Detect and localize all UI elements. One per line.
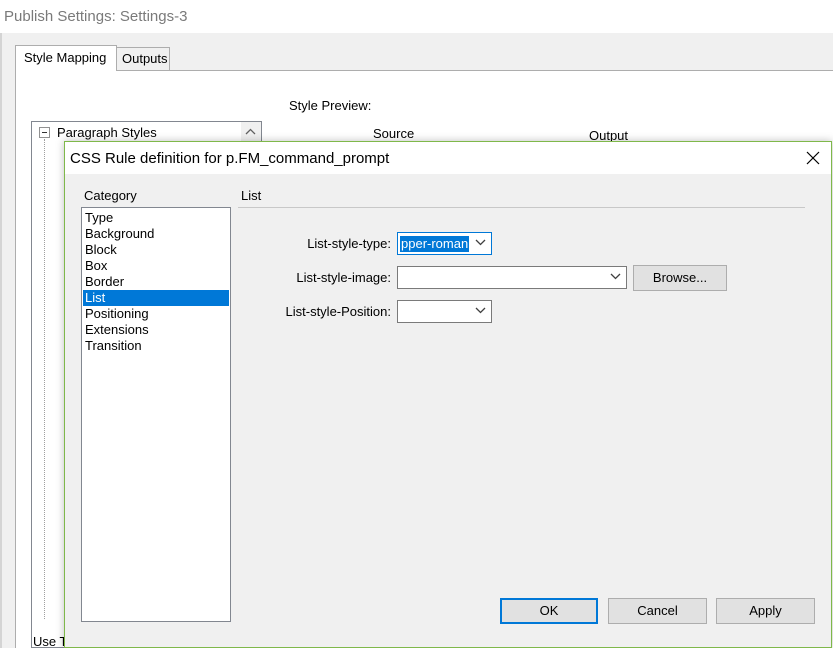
dialog-title: CSS Rule definition for p.FM_command_pro… <box>70 150 390 167</box>
close-icon <box>806 151 820 165</box>
style-preview-label: Style Preview: <box>289 98 372 113</box>
category-item-background[interactable]: Background <box>83 226 229 242</box>
tab-outputs[interactable]: Outputs <box>116 47 170 70</box>
list-style-type-value: pper-roman <box>400 236 470 252</box>
ok-button[interactable]: OK <box>500 598 598 624</box>
category-item-extensions[interactable]: Extensions <box>83 322 229 338</box>
category-item-transition[interactable]: Transition <box>83 338 229 354</box>
cancel-button[interactable]: Cancel <box>608 598 707 624</box>
section-title: List <box>241 188 262 203</box>
tree-item-paragraph-styles[interactable]: Paragraph Styles <box>57 125 157 140</box>
list-style-image-select[interactable] <box>397 266 627 289</box>
category-item-box[interactable]: Box <box>83 258 229 274</box>
preview-column-source: Source <box>373 126 415 141</box>
apply-button[interactable]: Apply <box>716 598 815 624</box>
window-edge <box>0 33 2 648</box>
chevron-down-icon <box>475 307 486 314</box>
category-item-positioning[interactable]: Positioning <box>83 306 229 322</box>
list-style-position-select[interactable] <box>397 300 492 323</box>
category-item-list[interactable]: List <box>83 290 229 306</box>
list-style-position-label: List-style-Position: <box>285 304 391 319</box>
tab-style-mapping[interactable]: Style Mapping <box>15 45 117 71</box>
category-label: Category <box>84 188 137 203</box>
scroll-up-button[interactable] <box>241 122 261 142</box>
list-style-type-label: List-style-type: <box>307 236 391 251</box>
chevron-up-icon <box>245 128 256 135</box>
category-item-block[interactable]: Block <box>83 242 229 258</box>
css-rule-dialog: CSS Rule definition for p.FM_command_pro… <box>64 141 832 648</box>
list-style-type-select[interactable]: pper-roman <box>397 232 492 255</box>
category-list[interactable]: Type Background Block Box Border List Po… <box>81 207 231 622</box>
use-label: Use T <box>33 634 68 648</box>
tree-connector-line <box>44 139 45 619</box>
parent-titlebar: Publish Settings: Settings-3 <box>0 0 833 33</box>
category-item-type[interactable]: Type <box>83 210 229 226</box>
dialog-titlebar: CSS Rule definition for p.FM_command_pro… <box>65 142 831 174</box>
browse-button[interactable]: Browse... <box>633 265 727 291</box>
chevron-down-icon <box>475 239 486 246</box>
category-item-border[interactable]: Border <box>83 274 229 290</box>
list-style-image-label: List-style-image: <box>296 270 391 285</box>
chevron-down-icon <box>610 273 621 280</box>
parent-window-title: Publish Settings: Settings-3 <box>4 8 188 25</box>
close-button[interactable] <box>805 150 821 166</box>
section-divider <box>238 207 805 208</box>
collapse-icon[interactable] <box>39 127 50 138</box>
